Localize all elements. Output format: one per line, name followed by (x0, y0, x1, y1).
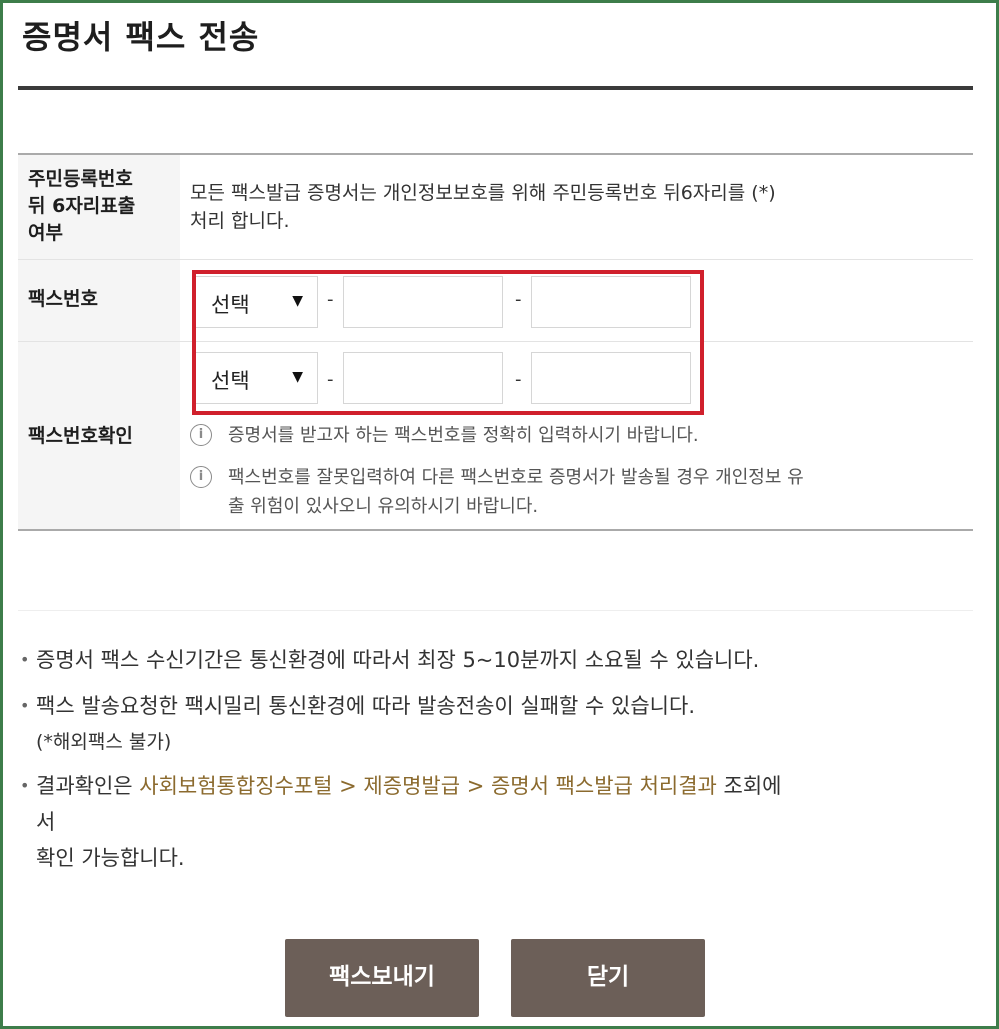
title-divider (18, 86, 973, 90)
info-icon: i (190, 466, 212, 488)
label-line: 여부 (28, 222, 63, 244)
close-button[interactable]: 닫기 (511, 939, 705, 1017)
info-bullet: • 결과확인은 사회보험통합징수포털 > 제증명발급 > 증명서 팩스발급 처리… (20, 768, 975, 876)
fax-number-label: 팩스번호 (28, 288, 98, 310)
bullet-text: 결과확인은 사회보험통합징수포털 > 제증명발급 > 증명서 팩스발급 처리결과… (36, 768, 976, 876)
description-line: 처리 합니다. (190, 210, 290, 232)
notice-text: 증명서를 받고자 하는 팩스번호를 정확히 입력하시기 바랍니다. (228, 425, 699, 446)
bullet-dot: • (20, 696, 30, 715)
send-fax-button[interactable]: 팩스보내기 (285, 939, 479, 1017)
notice-item: i 팩스번호를 잘못입력하여 다른 팩스번호로 증명서가 발송될 경우 개인정보… (190, 463, 970, 523)
description-line: 모든 팩스발급 증명서는 개인정보보호를 위해 주민등록번호 뒤6자리를 (*) (190, 182, 776, 204)
bullet-dot: • (20, 776, 30, 795)
row-divider (18, 259, 973, 260)
notice-line: 팩스번호를 잘못입력하여 다른 팩스번호로 증명서가 발송될 경우 개인정보 유 (228, 467, 804, 488)
section-divider (18, 610, 973, 611)
notice-item: i 증명서를 받고자 하는 팩스번호를 정확히 입력하시기 바랍니다. (190, 421, 970, 451)
bullet-line: 서 (36, 810, 56, 834)
bullet-text-prefix: 결과확인은 (36, 774, 140, 798)
label-line: 뒤 6자리표출 (28, 195, 136, 217)
bullet-text: 팩스 발송요청한 팩시밀리 통신환경에 따라 발송전송이 실패할 수 있습니다.… (36, 688, 695, 760)
fax-confirm-label: 팩스번호확인 (28, 425, 133, 447)
result-path-link[interactable]: 사회보험통합징수포털 > 제증명발급 > 증명서 팩스발급 처리결과 (139, 774, 717, 798)
bullet-text: 증명서 팩스 수신기간은 통신환경에 따라서 최장 5~10분까지 소요될 수 … (36, 648, 760, 672)
notice-text: 팩스번호를 잘못입력하여 다른 팩스번호로 증명서가 발송될 경우 개인정보 유… (228, 463, 804, 521)
bullet-line: 팩스 발송요청한 팩시밀리 통신환경에 따라 발송전송이 실패할 수 있습니다. (36, 694, 695, 718)
info-icon: i (190, 424, 212, 446)
resident-number-label: 주민등록번호 뒤 6자리표출 여부 (28, 166, 135, 247)
bullet-line: 확인 가능합니다. (36, 846, 185, 870)
fax-input-highlight-box (192, 270, 704, 415)
resident-number-description: 모든 팩스발급 증명서는 개인정보보호를 위해 주민등록번호 뒤6자리를 (*)… (190, 179, 960, 235)
notice-line: 출 위험이 있사오니 유의하시기 바랍니다. (228, 496, 539, 517)
bullet-text-suffix: 조회에 (716, 774, 782, 798)
bullet-line: (*해외팩스 불가) (36, 731, 172, 753)
info-bullet: • 팩스 발송요청한 팩시밀리 통신환경에 따라 발송전송이 실패할 수 있습니… (20, 688, 970, 760)
label-line: 주민등록번호 (28, 168, 133, 190)
page-title: 증명서 팩스 전송 (22, 18, 260, 56)
bullet-dot: • (20, 650, 30, 669)
